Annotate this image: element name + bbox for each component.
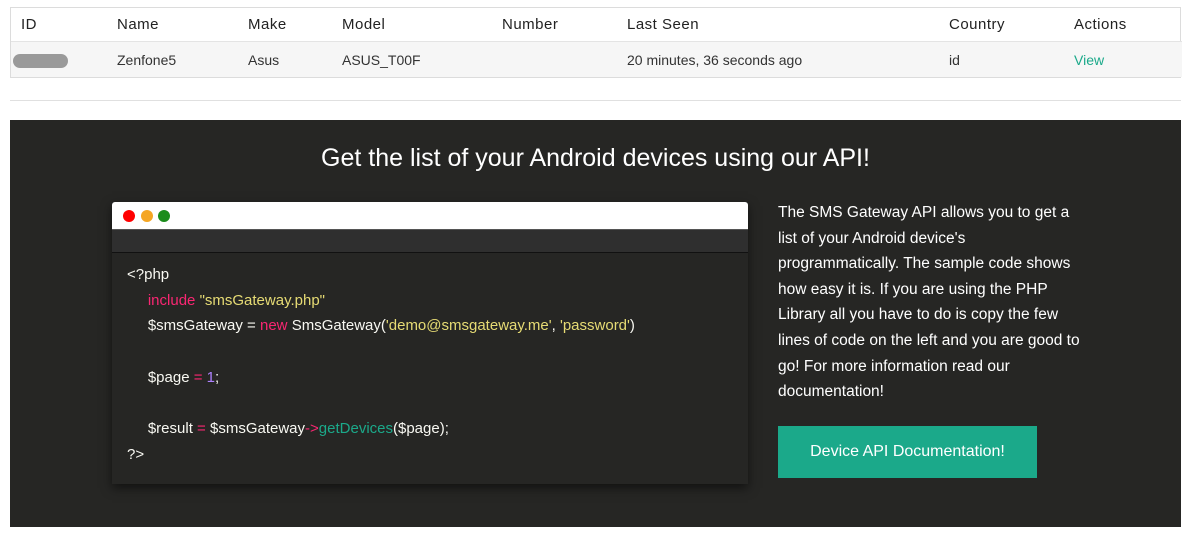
api-section-title: Get the list of your Android devices usi… — [321, 144, 870, 172]
redacted-id-badge — [13, 53, 68, 68]
cell-model: ASUS_T00F — [332, 41, 492, 77]
cell-country: id — [939, 41, 1064, 77]
device-api-documentation-button[interactable]: Device API Documentation! — [778, 426, 1037, 478]
code-assign: = — [242, 317, 260, 335]
cell-actions: View — [1064, 41, 1182, 77]
code-include-keyword: include — [147, 291, 196, 309]
code-new-keyword: new — [260, 317, 288, 335]
code-result-assign: = — [197, 420, 206, 438]
code-gateway-var-2: $smsGateway — [209, 420, 306, 438]
code-page-var: $page — [147, 368, 190, 386]
code-gateway-var: $smsGateway — [147, 317, 243, 335]
code-include-file: "smsGateway.php" — [199, 291, 325, 309]
code-method-name: getDevices — [318, 420, 393, 438]
col-header-name: Name — [107, 8, 238, 42]
devices-table-container: ID Name Make Model Number Last Seen Coun… — [10, 7, 1182, 78]
col-header-model: Model — [332, 8, 492, 42]
code-class-name: SmsGateway( — [287, 317, 386, 335]
code-result-var: $result — [147, 420, 193, 438]
cell-number — [492, 41, 617, 77]
col-header-make: Make — [238, 8, 332, 42]
code-comma: , — [551, 317, 560, 335]
code-semicolon: ; — [215, 368, 220, 386]
col-header-number: Number — [492, 8, 617, 42]
col-header-actions: Actions — [1064, 8, 1182, 42]
section-divider — [10, 100, 1181, 101]
code-sample: <?php include "smsGateway.php" $smsGatew… — [112, 253, 748, 468]
window-minimize-dot-icon — [141, 210, 153, 222]
code-email-string: 'demo@smsgateway.me' — [385, 317, 552, 335]
api-section: Get the list of your Android devices usi… — [10, 120, 1181, 527]
api-description: The SMS Gateway API allows you to get a … — [778, 204, 1080, 401]
col-header-id: ID — [11, 8, 107, 42]
code-method-args: ($page); — [393, 420, 449, 438]
code-page-assign: = — [193, 368, 203, 386]
window-close-dot-icon — [123, 210, 135, 222]
code-window-tab-strip — [112, 229, 748, 253]
cell-make: Asus — [238, 41, 332, 77]
window-maximize-dot-icon — [158, 210, 170, 222]
col-header-country: Country — [939, 8, 1064, 42]
code-close-tag: ?> — [127, 445, 145, 463]
devices-table: ID Name Make Model Number Last Seen Coun… — [11, 8, 1182, 77]
col-header-last-seen: Last Seen — [617, 8, 939, 42]
code-page-value: 1 — [206, 368, 216, 386]
code-close-paren: ) — [629, 317, 635, 335]
code-open-tag: <?php — [127, 266, 170, 283]
cell-last-seen: 20 minutes, 36 seconds ago — [617, 41, 939, 77]
code-arrow: -> — [305, 420, 319, 438]
table-header-row: ID Name Make Model Number Last Seen Coun… — [11, 8, 1182, 42]
code-window: <?php include "smsGateway.php" $smsGatew… — [112, 202, 748, 484]
code-password-string: 'password' — [559, 317, 630, 335]
code-window-titlebar — [112, 202, 748, 229]
cell-id — [11, 41, 107, 77]
view-device-link[interactable]: View — [1074, 52, 1104, 68]
cell-name: Zenfone5 — [107, 41, 238, 77]
table-row: Zenfone5 Asus ASUS_T00F 20 minutes, 36 s… — [11, 41, 1182, 77]
